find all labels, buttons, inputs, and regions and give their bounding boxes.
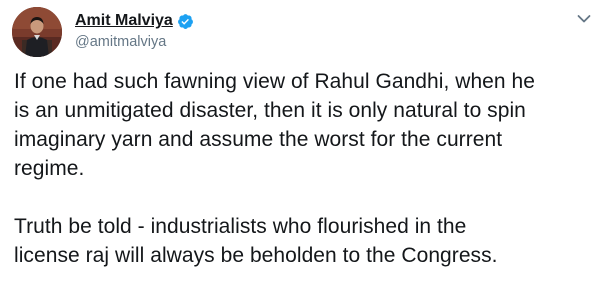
tweet-line: regime. [14,157,85,180]
tweet-line: Truth be told - industrialists who flour… [14,215,467,238]
verified-badge-icon [177,13,194,30]
avatar-image [12,7,62,57]
tweet-line: license raj will always be beholden to t… [14,244,498,267]
tweet-line: imaginary yarn and assume the worst for … [14,128,503,151]
tweet-line: If one had such fawning view of Rahul Ga… [14,70,535,93]
author-block: Amit Malviya @amitmalviya [75,11,194,50]
tweet-paragraph: If one had such fawning view of Rahul Ga… [14,67,594,183]
tweet-card: Amit Malviya @amitmalviya If one had suc… [0,0,600,283]
chevron-down-icon[interactable] [577,14,591,24]
author-handle[interactable]: @amitmalviya [75,34,194,50]
avatar[interactable] [12,7,62,57]
tweet-text: If one had such fawning view of Rahul Ga… [14,67,594,270]
tweet-paragraph: Truth be told - industrialists who flour… [14,212,594,270]
tweet-line: is an unmitigated disaster, then it is o… [14,99,526,122]
name-row: Amit Malviya [75,11,194,31]
author-name[interactable]: Amit Malviya [75,12,173,30]
